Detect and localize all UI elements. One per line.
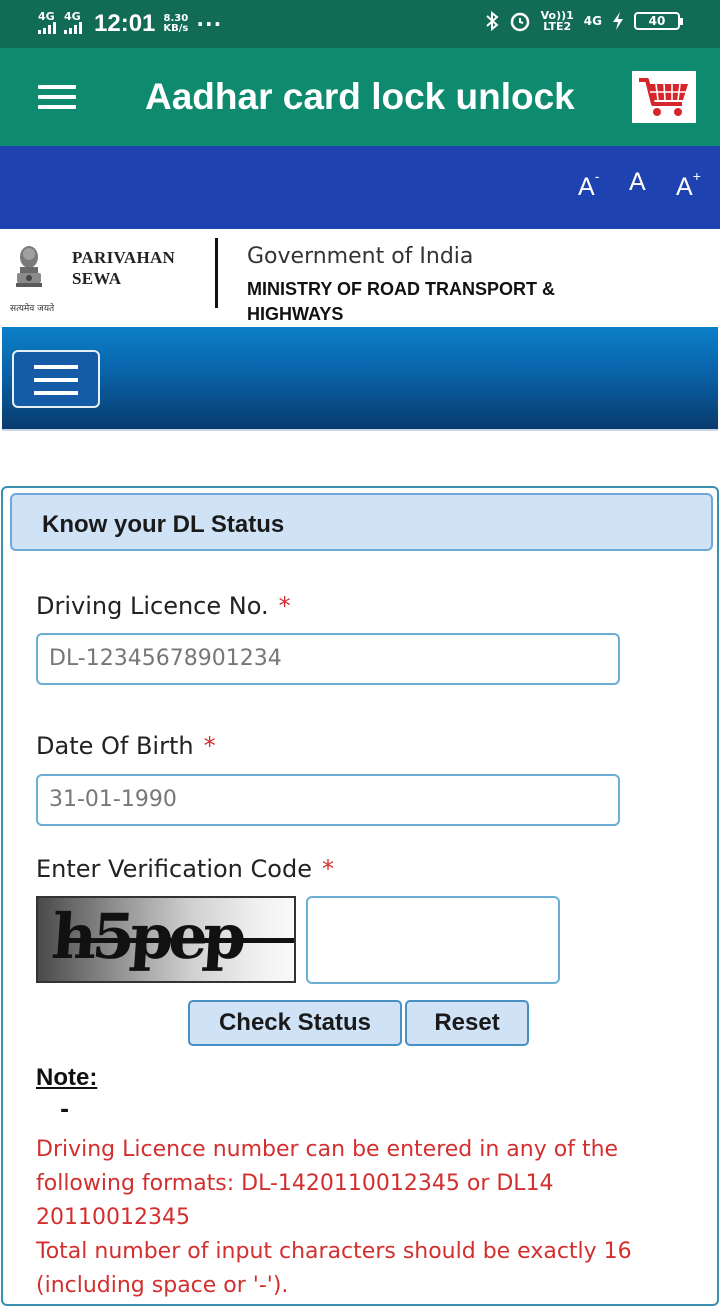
- site-navbar: [2, 327, 718, 431]
- more-notifications-icon: ···: [196, 12, 223, 36]
- required-mark: *: [203, 732, 216, 760]
- panel-heading: Know your DL Status: [10, 493, 713, 551]
- font-size-bar: A- A A+: [0, 146, 720, 229]
- font-decrease-button[interactable]: A-: [578, 168, 599, 202]
- captcha-image: h5pep: [36, 896, 296, 983]
- dob-label-text: Date Of Birth: [36, 732, 194, 760]
- signal-bars-icon: [38, 22, 56, 34]
- signal-bars-icon: [64, 22, 82, 34]
- alarm-icon: [510, 12, 529, 32]
- required-mark: *: [278, 592, 291, 620]
- ministry-name: MINISTRY OF ROAD TRANSPORT & HIGHWAYS: [247, 279, 556, 324]
- note-dash: -: [60, 1098, 70, 1123]
- dl-number-input[interactable]: DL-12345678901234: [36, 633, 620, 685]
- dl-number-label-text: Driving Licence No.: [36, 592, 269, 620]
- captcha-label: Enter Verification Code *: [36, 855, 334, 883]
- captcha-text: h5pep: [49, 900, 244, 973]
- captcha-label-text: Enter Verification Code: [36, 855, 312, 883]
- dob-input[interactable]: 31-01-1990: [36, 774, 620, 826]
- network-type-right: 4G: [583, 14, 602, 28]
- brand-line-1: PARIVAHAN: [72, 248, 176, 267]
- volte-indicator: Vo))1 LTE2: [541, 10, 574, 32]
- note-line-2: Total number of input characters should …: [36, 1239, 632, 1298]
- font-decrease-label: A: [578, 173, 595, 201]
- net-speed: 8.30 KB/s: [163, 14, 188, 34]
- app-bar: Aadhar card lock unlock: [0, 48, 720, 146]
- header-divider: [215, 238, 218, 308]
- panel-title: Know your DL Status: [42, 511, 285, 538]
- dob-label: Date Of Birth *: [36, 732, 216, 760]
- gov-title: Government of India: [247, 244, 474, 269]
- emblem-motto: सत्यमेव जयते: [10, 304, 55, 314]
- check-status-button[interactable]: Check Status: [188, 1000, 402, 1046]
- reset-button[interactable]: Reset: [405, 1000, 529, 1046]
- net-speed-unit: KB/s: [163, 23, 189, 34]
- national-emblem-icon: [16, 246, 42, 287]
- dl-number-label: Driving Licence No. *: [36, 592, 291, 620]
- signal-1: 4G: [38, 11, 56, 36]
- note-line-1: Driving Licence number can be entered in…: [36, 1137, 619, 1230]
- clock: 12:01: [94, 10, 156, 37]
- brand-line-2: SEWA: [72, 269, 122, 288]
- dob-placeholder: 31-01-1990: [49, 787, 177, 812]
- signal-2: 4G: [64, 11, 82, 36]
- required-mark: *: [321, 855, 334, 883]
- app-title: Aadhar card lock unlock: [145, 76, 575, 117]
- font-normal-button[interactable]: A: [629, 168, 646, 197]
- cart-button[interactable]: [632, 71, 696, 123]
- font-decrease-sup: -: [594, 168, 600, 184]
- parivahan-sewa-logo: PARIVAHAN SEWA: [72, 247, 175, 289]
- bluetooth-icon: [485, 11, 499, 31]
- font-increase-sup: +: [692, 168, 701, 184]
- font-increase-button[interactable]: A+: [676, 168, 701, 202]
- status-bar: 4G 4G 12:01 8.30 KB/s ··· Vo))1 LTE2 4G …: [0, 0, 720, 48]
- menu-icon[interactable]: [38, 85, 76, 109]
- charging-icon: [613, 12, 623, 30]
- note-text: Driving Licence number can be entered in…: [36, 1133, 676, 1303]
- font-increase-label: A: [676, 173, 693, 201]
- captcha-input[interactable]: [306, 896, 560, 984]
- nav-toggle-button[interactable]: [12, 350, 100, 408]
- emblem-logo: सत्यमेव जयते: [8, 241, 64, 321]
- dl-number-placeholder: DL-12345678901234: [49, 646, 282, 671]
- lte-label: LTE2: [543, 20, 572, 33]
- note-label: Note:: [36, 1064, 98, 1091]
- gov-header: सत्यमेव जयते PARIVAHAN SEWA Government o…: [0, 229, 720, 327]
- cart-icon: [639, 78, 688, 116]
- battery-level: 40: [634, 12, 683, 30]
